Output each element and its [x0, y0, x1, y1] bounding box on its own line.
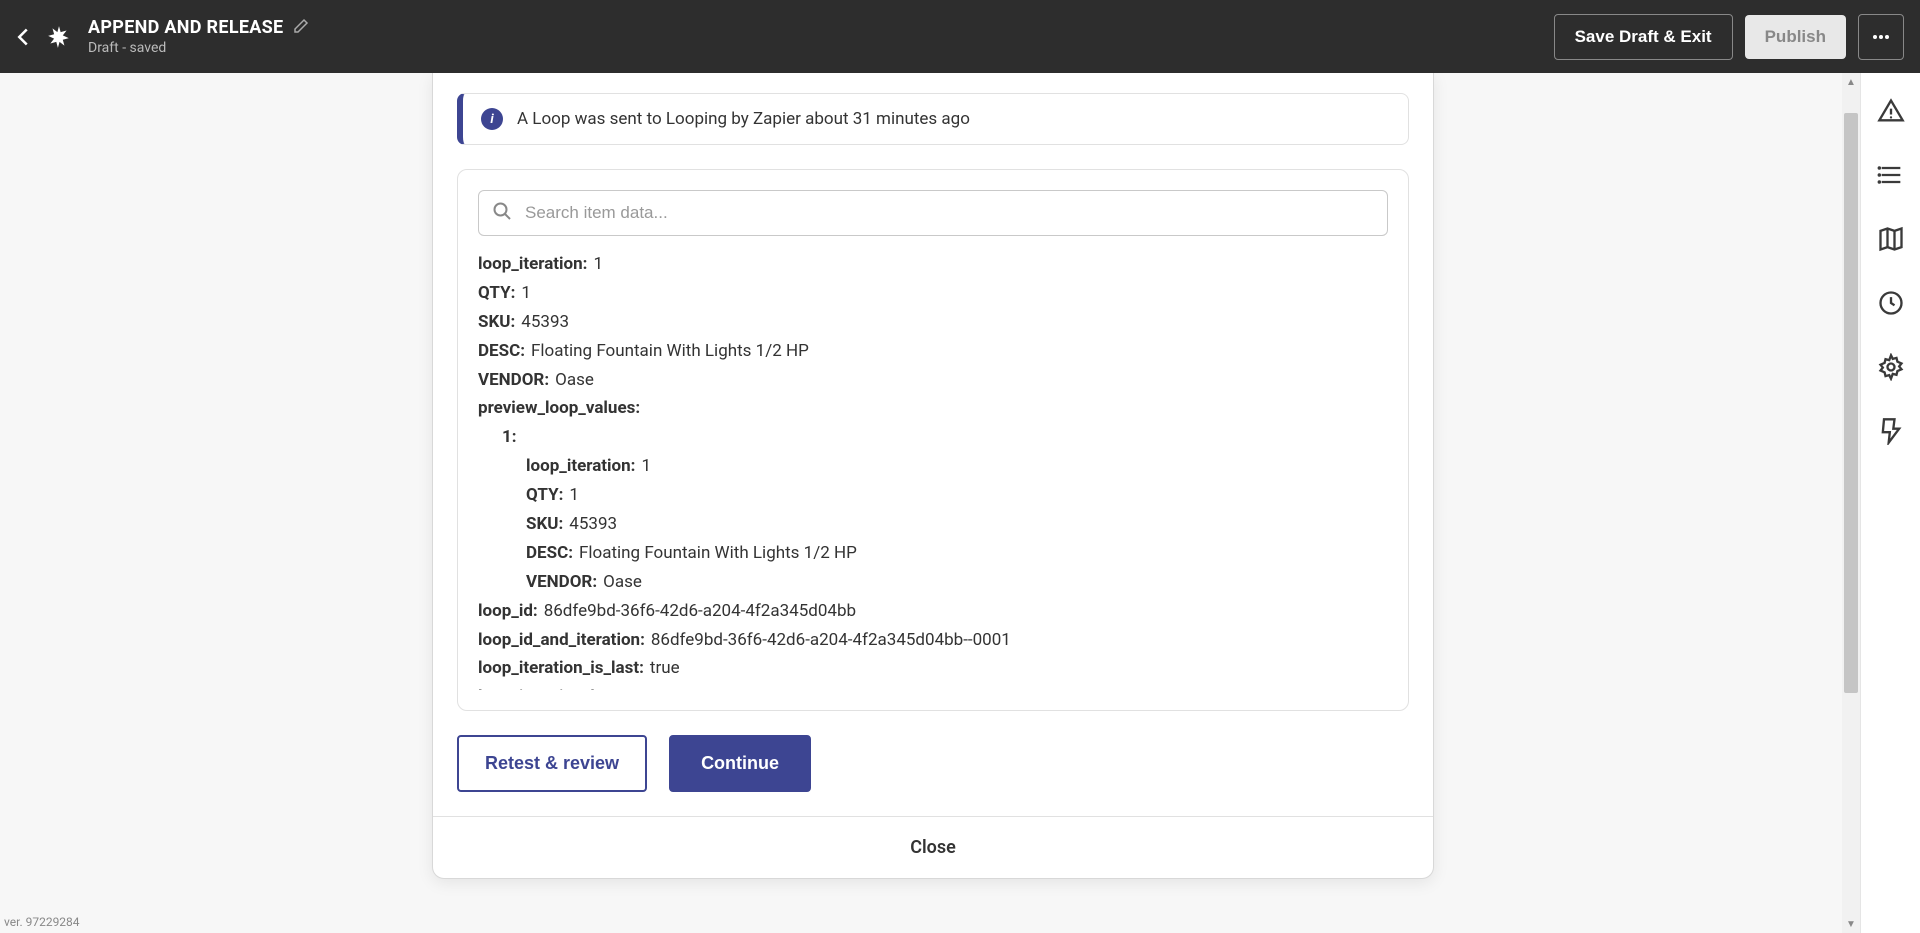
history-icon[interactable]: [1877, 289, 1905, 317]
zapier-logo-icon: [46, 24, 72, 50]
page-title: APPEND AND RELEASE: [88, 17, 283, 38]
info-banner-text: A Loop was sent to Looping by Zapier abo…: [517, 109, 970, 129]
data-key: SKU:: [478, 308, 515, 337]
publish-button[interactable]: Publish: [1745, 15, 1846, 59]
scroll-up-arrow-icon[interactable]: ▲: [1842, 73, 1860, 91]
main-area: i A Loop was sent to Looping by Zapier a…: [0, 73, 1920, 933]
save-draft-button[interactable]: Save Draft & Exit: [1554, 14, 1733, 60]
data-value: 1: [641, 452, 651, 481]
chevron-left-icon: [16, 27, 30, 47]
step-panel: i A Loop was sent to Looping by Zapier a…: [432, 73, 1434, 879]
data-value: 1: [521, 279, 531, 308]
data-key: DESC:: [526, 539, 573, 568]
version-label: ver. 97229284: [4, 915, 80, 929]
more-menu-button[interactable]: [1858, 14, 1904, 60]
data-key: loop_iteration:: [478, 250, 587, 279]
scrollbar-thumb[interactable]: [1844, 113, 1858, 693]
data-key: loop_iteration:: [526, 452, 635, 481]
data-value: Floating Fountain With Lights 1/2 HP: [531, 337, 809, 366]
data-row: loop_iteration_last: 1: [478, 683, 1380, 690]
data-key: DESC:: [478, 337, 525, 366]
data-value: Oase: [603, 568, 642, 597]
data-row: loop_iteration:1: [478, 452, 1380, 481]
data-key: VENDOR:: [526, 568, 597, 597]
data-row: VENDOR:Oase: [478, 366, 1380, 395]
data-row: SKU:45393: [478, 308, 1380, 337]
data-value: 45393: [569, 510, 617, 539]
data-key: QTY:: [526, 481, 563, 510]
search-input[interactable]: [478, 190, 1388, 236]
header-right: Save Draft & Exit Publish: [1554, 14, 1904, 60]
back-button[interactable]: [16, 27, 30, 47]
close-button[interactable]: Close: [433, 816, 1433, 878]
app-header: APPEND AND RELEASE Draft - saved Save Dr…: [0, 0, 1920, 73]
data-row: QTY:1: [478, 481, 1380, 510]
data-value: 86dfe9bd-36f6-42d6-a204-4f2a345d04bb--00…: [651, 626, 1011, 655]
info-icon: i: [481, 108, 503, 130]
data-row: loop_id_and_iteration:86dfe9bd-36f6-42d6…: [478, 626, 1380, 655]
power-icon[interactable]: [1877, 417, 1905, 445]
title-block: APPEND AND RELEASE Draft - saved: [88, 17, 309, 56]
canvas-scrollbar[interactable]: ▲ ▼: [1842, 73, 1860, 933]
data-row: loop_iteration_is_last:true: [478, 654, 1380, 683]
header-left: APPEND AND RELEASE Draft - saved: [16, 17, 309, 56]
data-row: 1:: [478, 423, 1380, 452]
action-row: Retest & review Continue: [457, 735, 1409, 796]
data-value: Oase: [555, 366, 594, 395]
dots-horizontal-icon: [1871, 27, 1891, 47]
data-row: VENDOR:Oase: [478, 568, 1380, 597]
data-row: DESC:Floating Fountain With Lights 1/2 H…: [478, 337, 1380, 366]
data-value: true: [650, 654, 680, 683]
data-row: QTY:1: [478, 279, 1380, 308]
data-box: loop_iteration:1QTY:1SKU:45393DESC:Float…: [457, 169, 1409, 711]
data-value: Floating Fountain With Lights 1/2 HP: [579, 539, 857, 568]
data-list[interactable]: loop_iteration:1QTY:1SKU:45393DESC:Float…: [478, 250, 1388, 690]
data-value: 1: [629, 683, 639, 690]
data-row: DESC:Floating Fountain With Lights 1/2 H…: [478, 539, 1380, 568]
data-row: SKU:45393: [478, 510, 1380, 539]
data-key: loop_iteration_last:: [478, 683, 623, 690]
scroll-down-arrow-icon[interactable]: ▼: [1842, 915, 1860, 933]
data-value: 1: [593, 250, 603, 279]
alerts-icon[interactable]: [1877, 97, 1905, 125]
info-banner: i A Loop was sent to Looping by Zapier a…: [457, 93, 1409, 145]
outline-icon[interactable]: [1877, 161, 1905, 189]
map-icon[interactable]: [1877, 225, 1905, 253]
data-key: loop_iteration_is_last:: [478, 654, 644, 683]
data-key: VENDOR:: [478, 366, 549, 395]
data-row: preview_loop_values:: [478, 394, 1380, 423]
editor-canvas: i A Loop was sent to Looping by Zapier a…: [0, 73, 1860, 933]
data-key: 1:: [502, 423, 517, 452]
right-sidebar: [1860, 73, 1920, 933]
data-value: 45393: [521, 308, 569, 337]
continue-button[interactable]: Continue: [669, 735, 811, 792]
draft-status: Draft - saved: [88, 40, 309, 56]
data-key: QTY:: [478, 279, 515, 308]
data-value: 1: [569, 481, 579, 510]
data-key: loop_id:: [478, 597, 538, 626]
retest-button[interactable]: Retest & review: [457, 735, 647, 792]
settings-icon[interactable]: [1877, 353, 1905, 381]
pencil-icon[interactable]: [293, 18, 309, 38]
data-key: preview_loop_values:: [478, 394, 640, 423]
data-value: 86dfe9bd-36f6-42d6-a204-4f2a345d04bb: [544, 597, 856, 626]
data-row: loop_iteration:1: [478, 250, 1380, 279]
data-row: loop_id:86dfe9bd-36f6-42d6-a204-4f2a345d…: [478, 597, 1380, 626]
search-icon: [492, 201, 512, 225]
data-key: loop_id_and_iteration:: [478, 626, 645, 655]
data-key: SKU:: [526, 510, 563, 539]
